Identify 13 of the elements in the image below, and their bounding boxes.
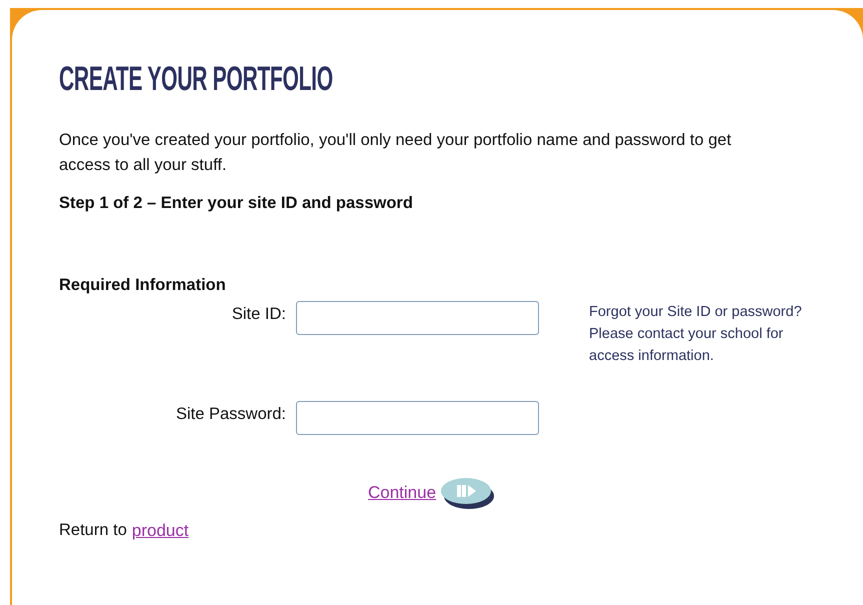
- section-heading: Required Information: [59, 276, 227, 295]
- field-label: Site Password:: [174, 404, 287, 424]
- product-link[interactable]: product: [132, 521, 189, 541]
- page-title: CREATE YOUR PORTFOLIO: [59, 60, 333, 99]
- return-text: Return to: [59, 521, 127, 541]
- field-label: Site ID:: [230, 304, 287, 324]
- continue-link[interactable]: Continue: [368, 483, 436, 503]
- play-icon[interactable]: [438, 475, 496, 511]
- help-text: Forgot your Site ID or password? Please contact your school for access information.: [589, 303, 803, 366]
- step-heading: Step 1 of 2 – Enter your site ID and password: [59, 194, 414, 213]
- input-field[interactable]: [296, 401, 539, 435]
- intro-text: Once you've created your portfolio, you'll only need your portfolio name and password to get access to all your stuff.: [59, 130, 732, 176]
- input-field[interactable]: [296, 301, 539, 335]
